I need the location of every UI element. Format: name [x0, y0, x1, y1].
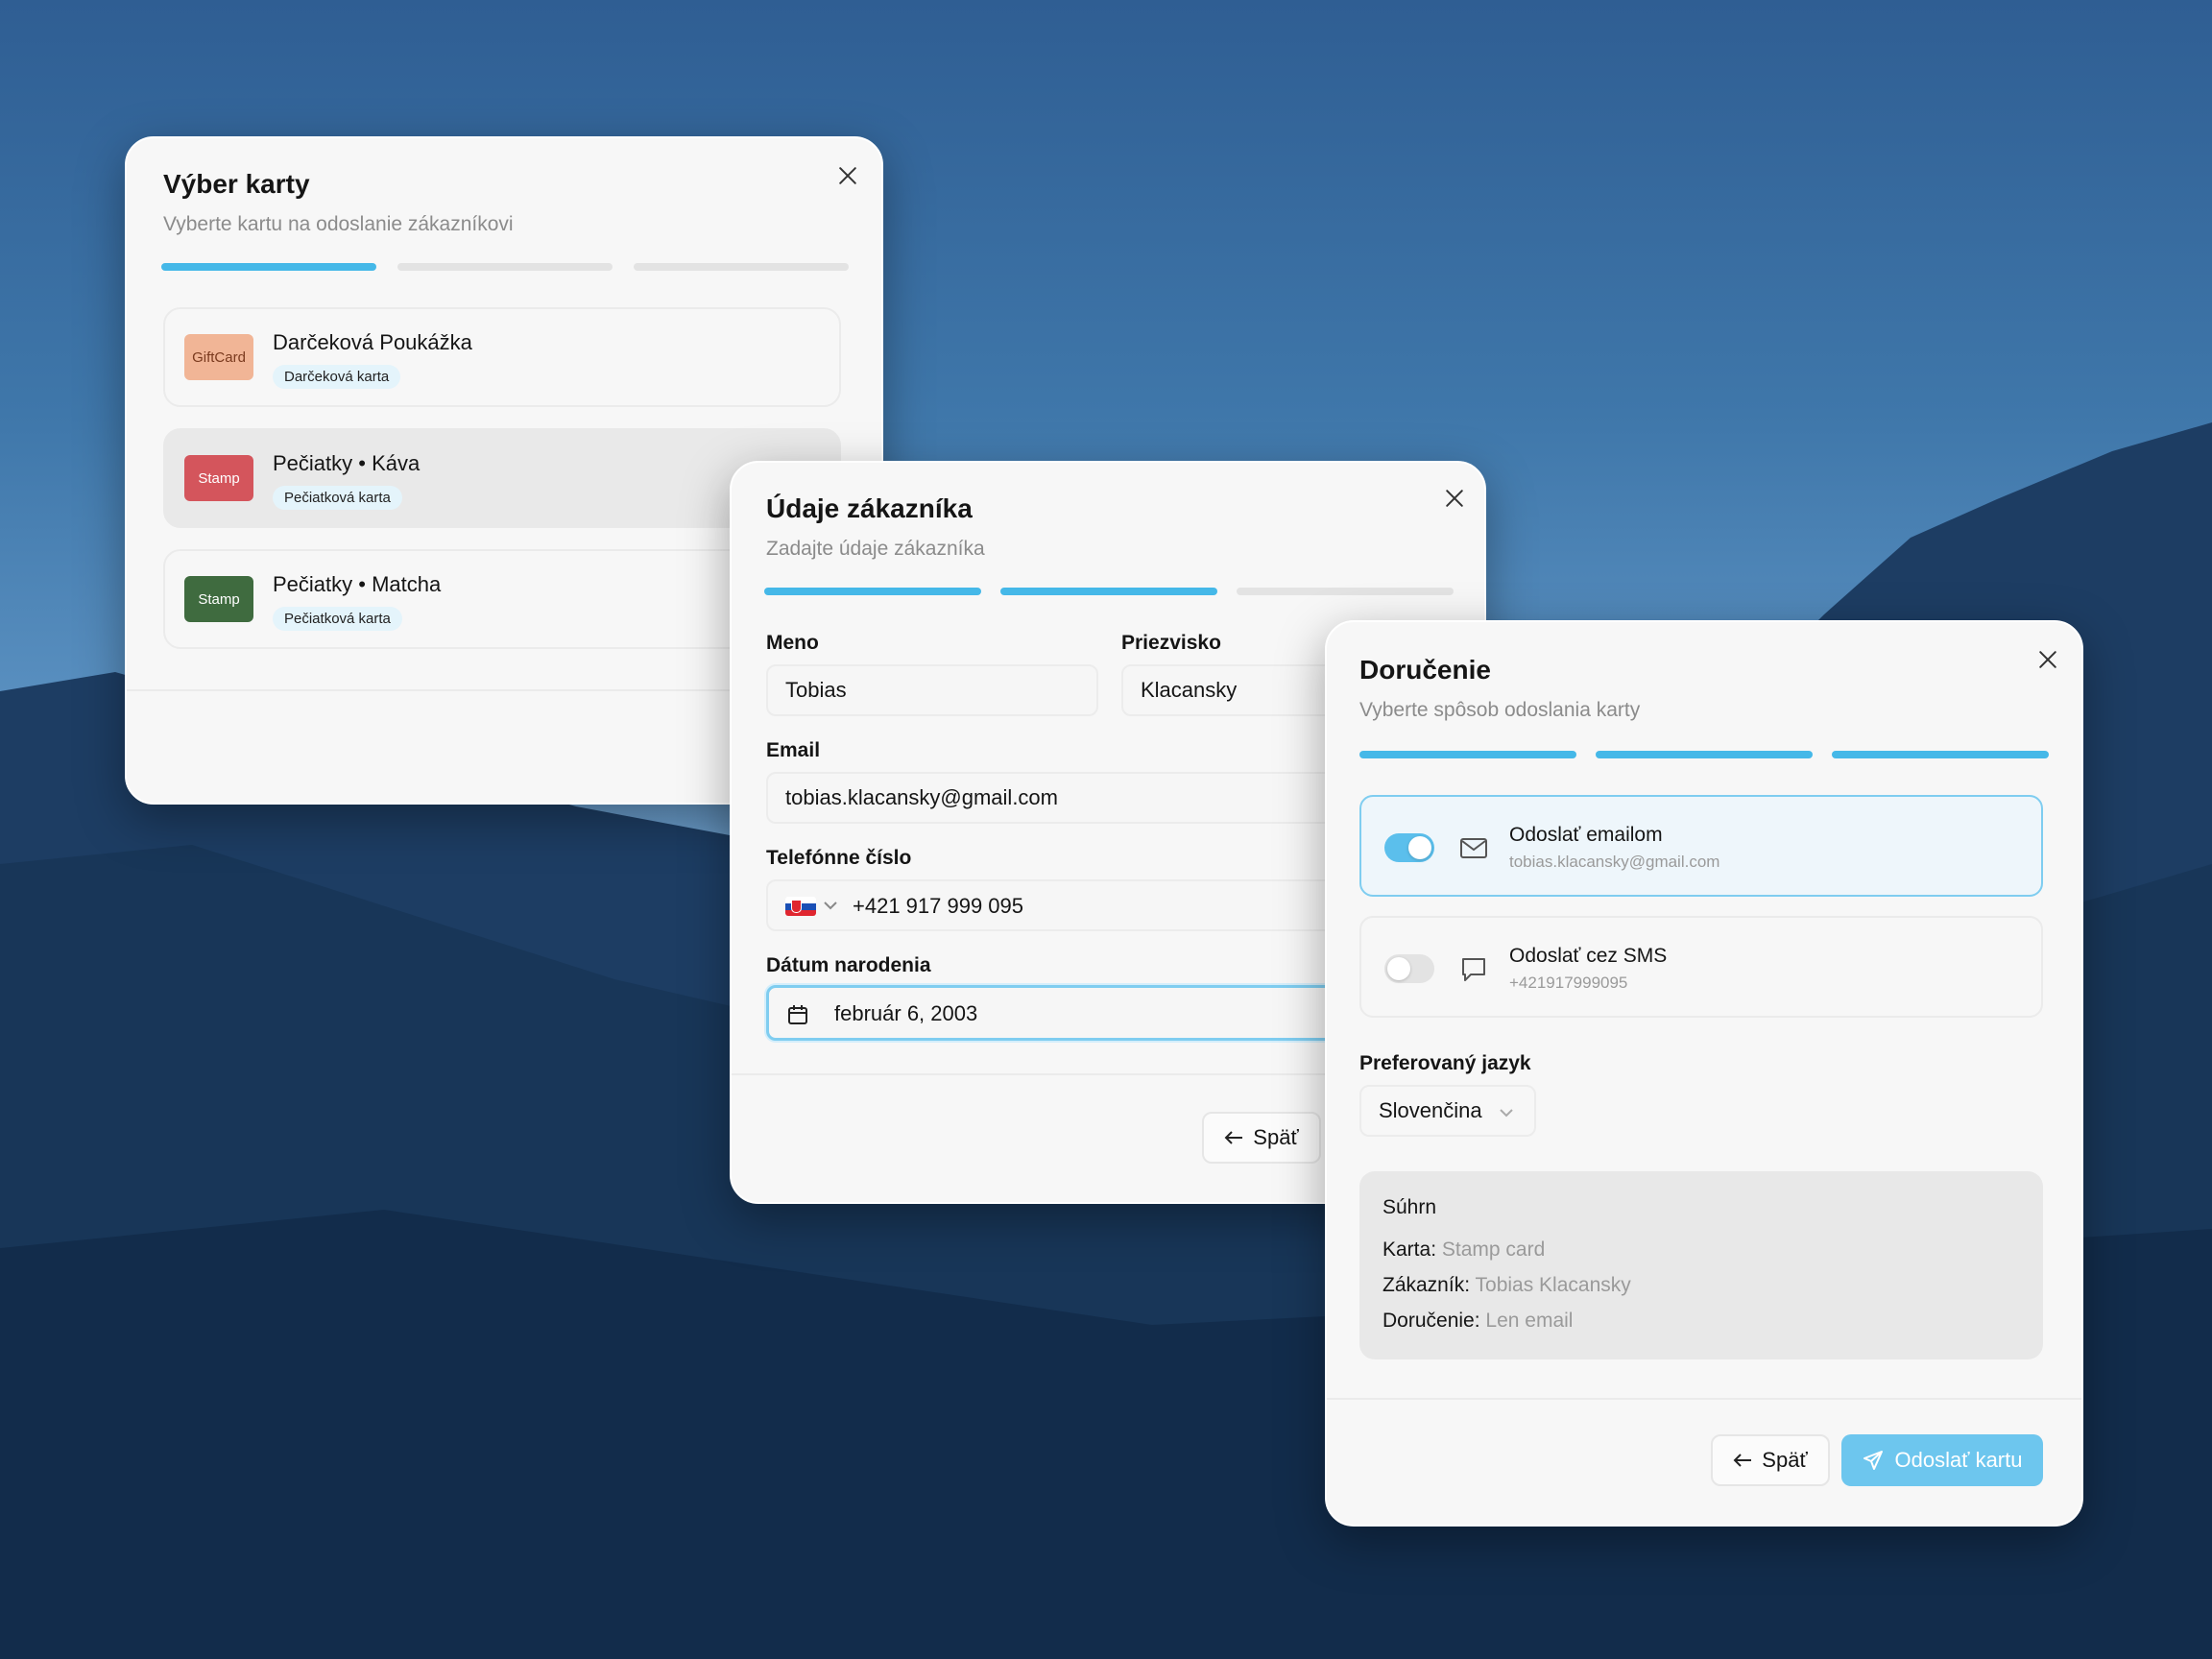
toggle-knob [1408, 836, 1431, 859]
phone-label: Telefónne číslo [766, 847, 912, 869]
dialog-subtitle: Vyberte spôsob odoslania karty [1359, 699, 1641, 721]
close-icon[interactable] [2037, 649, 2058, 670]
chevron-down-icon [1500, 1109, 1513, 1118]
card-chip: Stamp [184, 455, 253, 501]
close-icon[interactable] [1444, 488, 1465, 509]
first-name-input[interactable]: Tobias [766, 664, 1098, 716]
toggle-knob [1387, 957, 1410, 980]
progress-step-2 [1596, 751, 1813, 758]
summary-card-row: Karta: Stamp card [1382, 1238, 1545, 1262]
calendar-icon [788, 1005, 807, 1024]
first-name-value: Tobias [785, 678, 847, 702]
send-card-button[interactable]: Odoslať kartu [1841, 1434, 2043, 1486]
delivery-option-title: Odoslať cez SMS [1509, 945, 1668, 967]
language-select[interactable]: Slovenčina [1359, 1085, 1536, 1137]
summary-customer-value: Tobias Klacansky [1475, 1274, 1631, 1296]
dialog-subtitle: Vyberte kartu na odoslanie zákazníkovi [163, 213, 514, 235]
summary-customer-label: Zákazník: [1382, 1274, 1471, 1296]
summary-heading: Súhrn [1382, 1196, 1437, 1218]
email-toggle[interactable] [1384, 833, 1434, 862]
card-option-title: Pečiatky • Káva [273, 451, 421, 475]
back-button-label: Späť [1253, 1125, 1299, 1149]
arrow-left-icon [1733, 1454, 1752, 1467]
back-button[interactable]: Späť [1711, 1434, 1830, 1486]
mail-icon [1460, 838, 1487, 858]
card-chip: Stamp [184, 576, 253, 622]
chevron-down-icon[interactable] [824, 901, 837, 910]
arrow-left-icon [1224, 1131, 1243, 1144]
card-type-badge: Darčeková karta [273, 365, 401, 389]
summary-customer-row: Zákazník: Tobias Klacansky [1382, 1274, 1631, 1297]
progress-step-3 [1237, 588, 1454, 595]
progress-step-1 [1359, 751, 1576, 758]
summary-panel: Súhrn Karta: Stamp card Zákazník: Tobias… [1359, 1171, 2043, 1359]
card-type-badge: Pečiatková karta [273, 486, 402, 510]
dialog-title: Doručenie [1359, 655, 1491, 685]
delivery-dialog: Doručenie Vyberte spôsob odoslania karty… [1325, 620, 2083, 1527]
email-value: tobias.klacansky@gmail.com [785, 785, 1058, 809]
slovakia-flag-icon[interactable] [785, 897, 816, 916]
summary-delivery-row: Doručenie: Len email [1382, 1310, 1573, 1333]
language-label: Preferovaný jazyk [1359, 1052, 1531, 1074]
back-button-label: Späť [1762, 1448, 1808, 1472]
progress-step-1 [161, 263, 376, 271]
footer-divider [1327, 1398, 2081, 1400]
birth-date-label: Dátum narodenia [766, 954, 931, 976]
summary-delivery-label: Doručenie: [1382, 1310, 1480, 1332]
delivery-option-detail: tobias.klacansky@gmail.com [1509, 853, 1720, 871]
delivery-option-sms[interactable]: Odoslať cez SMS +421917999095 [1359, 916, 2043, 1018]
delivery-option-email[interactable]: Odoslať emailom tobias.klacansky@gmail.c… [1359, 795, 2043, 897]
send-icon [1863, 1451, 1883, 1470]
card-option-giftcard[interactable]: GiftCard Darčeková Poukážka Darčeková ka… [163, 307, 841, 407]
card-option-title: Darčeková Poukážka [273, 330, 472, 354]
last-name-value: Klacansky [1141, 678, 1238, 702]
first-name-label: Meno [766, 632, 819, 654]
delivery-option-title: Odoslať emailom [1509, 824, 1663, 846]
back-button[interactable]: Späť [1202, 1112, 1321, 1164]
progress-step-2 [397, 263, 613, 271]
last-name-label: Priezvisko [1121, 632, 1221, 654]
summary-delivery-value: Len email [1485, 1310, 1574, 1332]
card-chip: GiftCard [184, 334, 253, 380]
close-icon[interactable] [837, 165, 858, 186]
message-icon [1462, 958, 1485, 981]
sms-toggle[interactable] [1384, 954, 1434, 983]
dialog-title: Údaje zákazníka [766, 493, 973, 523]
progress-step-1 [764, 588, 981, 595]
progress-step-2 [1000, 588, 1217, 595]
phone-value: +421 917 999 095 [853, 894, 1024, 918]
summary-card-label: Karta: [1382, 1238, 1437, 1261]
dialog-subtitle: Zadajte údaje zákazníka [766, 538, 985, 560]
email-label: Email [766, 739, 821, 761]
dialog-title: Výber karty [163, 169, 310, 199]
progress-step-3 [1832, 751, 2049, 758]
birth-date-value: február 6, 2003 [834, 1001, 978, 1025]
language-value: Slovenčina [1379, 1098, 1482, 1122]
delivery-option-detail: +421917999095 [1509, 974, 1628, 992]
card-type-badge: Pečiatková karta [273, 607, 402, 631]
progress-step-3 [634, 263, 849, 271]
send-card-button-label: Odoslať kartu [1894, 1448, 2023, 1472]
summary-card-value: Stamp card [1441, 1238, 1546, 1261]
card-option-title: Pečiatky • Matcha [273, 572, 442, 596]
